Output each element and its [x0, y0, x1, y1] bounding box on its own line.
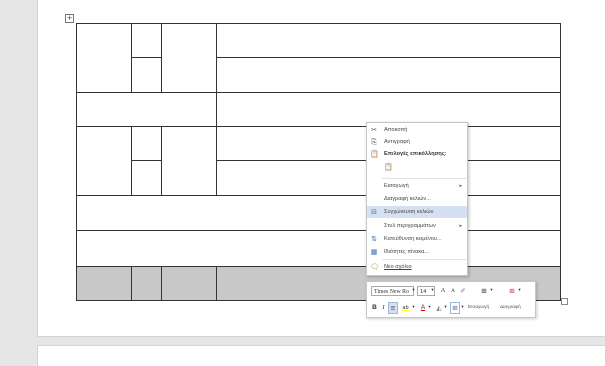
copy-icon: ⎘	[371, 138, 377, 146]
highlight-dropdown-icon[interactable]: ▾	[411, 303, 416, 313]
italic-button[interactable]: I	[380, 303, 387, 313]
table-border	[560, 23, 561, 301]
align-center-button[interactable]: ≡	[388, 302, 398, 314]
paste-keep-formatting-icon: 📋	[384, 163, 393, 171]
table-border	[131, 266, 132, 301]
new-comment-icon: 🗨	[370, 263, 379, 271]
font-name-box[interactable]: Times New Ro	[371, 286, 414, 296]
document-table[interactable]	[76, 23, 561, 301]
shading-dropdown-icon[interactable]: ▾	[443, 303, 448, 313]
paste-options-icon: 📋	[370, 150, 379, 158]
font-color-dropdown-icon[interactable]: ▾	[427, 303, 432, 313]
menu-item-paste-keep-formatting[interactable]: 📋	[367, 161, 467, 175]
bold-button[interactable]: B	[371, 303, 378, 313]
menu-item-border-styles[interactable]: Στυλ περιγραμμάτων ▸	[367, 220, 467, 232]
table-border	[76, 23, 560, 24]
shading-icon[interactable]: ◭	[435, 303, 443, 313]
menu-item-copy[interactable]: ⎘ Αντιγραφή	[367, 136, 467, 148]
table-border	[131, 57, 161, 58]
mini-toolbar: Times New Ro ▾ 14 ▾ A A ✐ ⊞ ▾ ⊞ ▾ B I ≡ …	[366, 281, 536, 318]
highlight-color-button[interactable]: ab	[400, 303, 411, 313]
table-border	[216, 57, 560, 58]
menu-item-label: Στυλ περιγραμμάτων	[384, 223, 436, 229]
font-size-value: 14	[420, 289, 427, 295]
next-document-page	[38, 346, 605, 366]
table-properties-icon: ▦	[370, 248, 378, 256]
merge-cells-icon: ⊟	[371, 208, 377, 216]
table-border	[76, 195, 560, 196]
menu-item-merge-cells[interactable]: ⊟ Συγχώνευση κελιών	[367, 206, 467, 218]
submenu-arrow-icon: ▸	[459, 183, 462, 189]
table-border	[76, 126, 560, 127]
borders-dropdown-icon[interactable]: ▾	[460, 303, 465, 313]
table-border	[76, 92, 560, 93]
menu-item-label: Ιδιότητες πίνακα...	[384, 249, 429, 255]
shrink-font-button[interactable]: A	[449, 286, 457, 296]
delete-dropdown-icon[interactable]: ▾	[517, 286, 522, 296]
menu-item-text-direction[interactable]: ⇅ Κατεύθυνση κειμένου...	[367, 233, 467, 245]
table-move-handle[interactable]: +	[65, 14, 74, 23]
submenu-arrow-icon: ▸	[459, 223, 462, 229]
table-border	[161, 266, 162, 301]
table-border	[76, 230, 560, 231]
text-direction-icon: ⇅	[371, 235, 377, 243]
menu-item-delete-cells[interactable]: Διαγραφή κελιών...	[367, 193, 467, 205]
menu-item-label: Κατεύθυνση κειμένου...	[384, 236, 442, 242]
menu-item-label: Διαγραφή κελιών...	[384, 196, 431, 202]
menu-item-new-comment[interactable]: 🗨 Νέο σχόλιο	[367, 261, 467, 273]
delete-table-icon[interactable]: ⊞	[507, 286, 517, 296]
menu-item-table-properties[interactable]: ▦ Ιδιότητες πίνακα...	[367, 246, 467, 258]
font-size-dropdown-icon[interactable]: ▾	[430, 286, 435, 296]
grow-font-button[interactable]: A	[439, 286, 447, 296]
table-border	[131, 23, 132, 92]
table-border	[76, 23, 77, 301]
table-border	[131, 126, 132, 195]
font-name-dropdown-icon[interactable]: ▾	[411, 286, 416, 296]
font-color-button[interactable]: A	[419, 303, 427, 313]
menu-separator	[382, 178, 466, 179]
context-menu: ✂ Αποκοπή ⎘ Αντιγραφή 📋 Επιλογές επικόλλ…	[366, 122, 468, 276]
table-border	[216, 92, 217, 127]
menu-item-label: Αποκοπή	[384, 127, 408, 133]
menu-item-label: Εισαγωγή	[384, 183, 409, 189]
table-border	[216, 266, 217, 301]
insert-dropdown-icon[interactable]: ▾	[489, 286, 494, 296]
menu-separator	[382, 259, 466, 260]
table-border	[161, 23, 162, 92]
table-resize-handle[interactable]	[561, 298, 568, 305]
menu-item-label: Επιλογές επικόλλησης:	[384, 151, 447, 157]
menu-item-label: Αντιγραφή	[384, 139, 410, 145]
table-border	[161, 126, 162, 195]
insert-table-icon[interactable]: ⊞	[479, 286, 489, 296]
insert-label[interactable]: Εισαγωγή	[468, 303, 489, 313]
font-name-value: Times New Ro	[374, 289, 409, 295]
menu-heading-paste-options: 📋 Επιλογές επικόλλησης:	[367, 148, 467, 160]
menu-item-cut[interactable]: ✂ Αποκοπή	[367, 124, 467, 136]
cut-icon: ✂	[371, 126, 377, 134]
menu-item-label: Νέο σχόλιο	[384, 264, 412, 270]
clear-formatting-icon[interactable]: ✐	[459, 286, 467, 296]
menu-item-insert[interactable]: Εισαγωγή ▸	[367, 180, 467, 192]
table-border	[216, 126, 217, 195]
table-border	[216, 23, 217, 92]
table-border	[76, 266, 560, 267]
borders-icon[interactable]: ⊞	[450, 302, 460, 314]
table-border	[131, 160, 161, 161]
menu-item-label: Συγχώνευση κελιών	[384, 209, 434, 215]
delete-label[interactable]: Διαγραφή	[500, 303, 521, 313]
